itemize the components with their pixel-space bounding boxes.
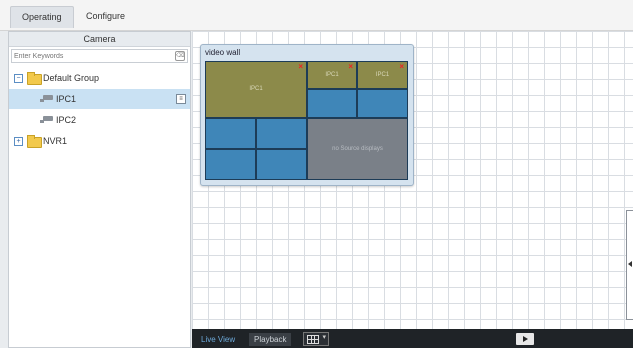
chevron-down-icon: ▾: [322, 334, 326, 341]
cell-label: IPC1: [249, 86, 263, 92]
play-button[interactable]: [516, 333, 534, 345]
close-window-icon[interactable]: ×: [399, 63, 404, 71]
camera-icon: [40, 116, 53, 123]
window-cell-ipc1-c[interactable]: IPC1 ×: [357, 61, 408, 89]
window-cell-empty[interactable]: [205, 149, 256, 180]
search-input[interactable]: [12, 50, 174, 63]
bottom-toolbar: Live View Playback ▾: [192, 329, 633, 348]
window-cell-no-source[interactable]: no Source displays: [307, 118, 408, 180]
folder-icon: [27, 72, 42, 85]
tree-item-ipc2[interactable]: IPC2: [9, 110, 190, 130]
tree-item-nvr1[interactable]: + NVR1: [9, 131, 190, 151]
tab-configure[interactable]: Configure: [75, 6, 136, 27]
search-box: ⌫: [11, 49, 188, 63]
sidebar-header: Camera: [9, 32, 190, 47]
chevron-left-icon: [628, 261, 632, 267]
expand-icon[interactable]: +: [14, 137, 23, 146]
playback-tab[interactable]: Playback: [249, 333, 292, 346]
top-tab-bar: Operating Configure: [0, 0, 633, 31]
folder-icon: [27, 135, 42, 148]
camera-action-icon[interactable]: ≡: [176, 94, 186, 104]
tree-nvr-label: NVR1: [43, 136, 68, 146]
tree-camera-label: IPC1: [56, 94, 77, 104]
camera-sidebar: Camera ⌫ − Default Group IPC1 ≡ IPC2 + N…: [8, 31, 191, 348]
tree-group-label: Default Group: [43, 73, 100, 83]
collapse-icon[interactable]: −: [14, 74, 23, 83]
cell-label: no Source displays: [332, 146, 383, 152]
layout-grid-dropdown[interactable]: ▾: [303, 332, 329, 346]
cell-label: IPC1: [325, 72, 339, 78]
window-cell-empty[interactable]: [256, 118, 307, 149]
grid-layout-icon: [307, 335, 319, 344]
clear-search-icon[interactable]: ⌫: [175, 51, 185, 61]
camera-icon: [40, 95, 53, 102]
window-cell-empty[interactable]: [307, 89, 357, 118]
tree-item-default-group[interactable]: − Default Group: [9, 68, 190, 88]
close-window-icon[interactable]: ×: [348, 63, 353, 71]
window-cell-ipc1[interactable]: IPC1 ×: [205, 61, 307, 118]
video-wall-panel[interactable]: video wall IPC1 × IPC1 × IPC1 × no Sourc…: [200, 44, 414, 186]
window-cell-empty[interactable]: [256, 149, 307, 180]
cell-label: IPC1: [375, 72, 390, 78]
side-panel-toggle[interactable]: [626, 210, 633, 320]
window-cell-empty[interactable]: [357, 89, 408, 118]
window-cell-ipc1-b[interactable]: IPC1 ×: [307, 61, 357, 89]
live-view-tab[interactable]: Live View: [196, 333, 240, 346]
tab-operating[interactable]: Operating: [10, 6, 74, 28]
video-wall-grid: IPC1 × IPC1 × IPC1 × no Source displays: [205, 61, 408, 180]
video-wall-title: video wall: [205, 48, 241, 57]
window-cell-empty[interactable]: [205, 118, 256, 149]
tree-item-ipc1[interactable]: IPC1 ≡: [9, 89, 190, 109]
tree-camera-label: IPC2: [56, 115, 77, 125]
close-window-icon[interactable]: ×: [298, 63, 303, 71]
